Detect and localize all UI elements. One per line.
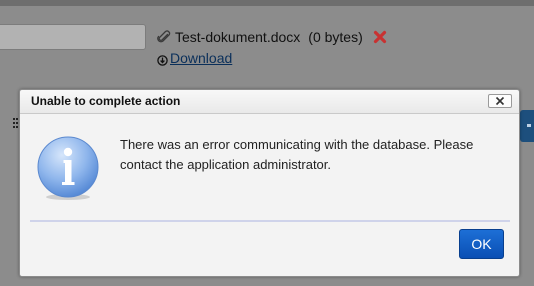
attachment-file-size: (0 bytes): [308, 29, 363, 45]
top-strip: [0, 0, 534, 6]
remove-attachment-icon[interactable]: [373, 30, 387, 44]
info-icon: [35, 136, 101, 202]
dialog-message: There was an error communicating with th…: [120, 137, 474, 172]
dialog-title: Unable to complete action: [31, 94, 181, 108]
background-blue-button-edge: [520, 110, 534, 142]
dialog-header: Unable to complete action: [20, 90, 519, 114]
attachment-row: Test-dokument.docx (0 bytes): [157, 28, 387, 46]
download-row: Download: [157, 50, 232, 66]
text-input[interactable]: [0, 24, 146, 50]
error-dialog: Unable to complete action There was an e…: [19, 89, 520, 277]
close-x-icon: [495, 96, 505, 106]
attachment-file-name: Test-dokument.docx: [175, 29, 301, 45]
toolbar-grip-icon: [13, 116, 18, 128]
download-link[interactable]: Download: [170, 50, 232, 66]
download-icon: [157, 53, 168, 66]
paperclip-icon: [157, 29, 172, 45]
dialog-divider: [30, 220, 510, 222]
close-button[interactable]: [488, 94, 512, 108]
ok-button[interactable]: OK: [459, 229, 504, 259]
